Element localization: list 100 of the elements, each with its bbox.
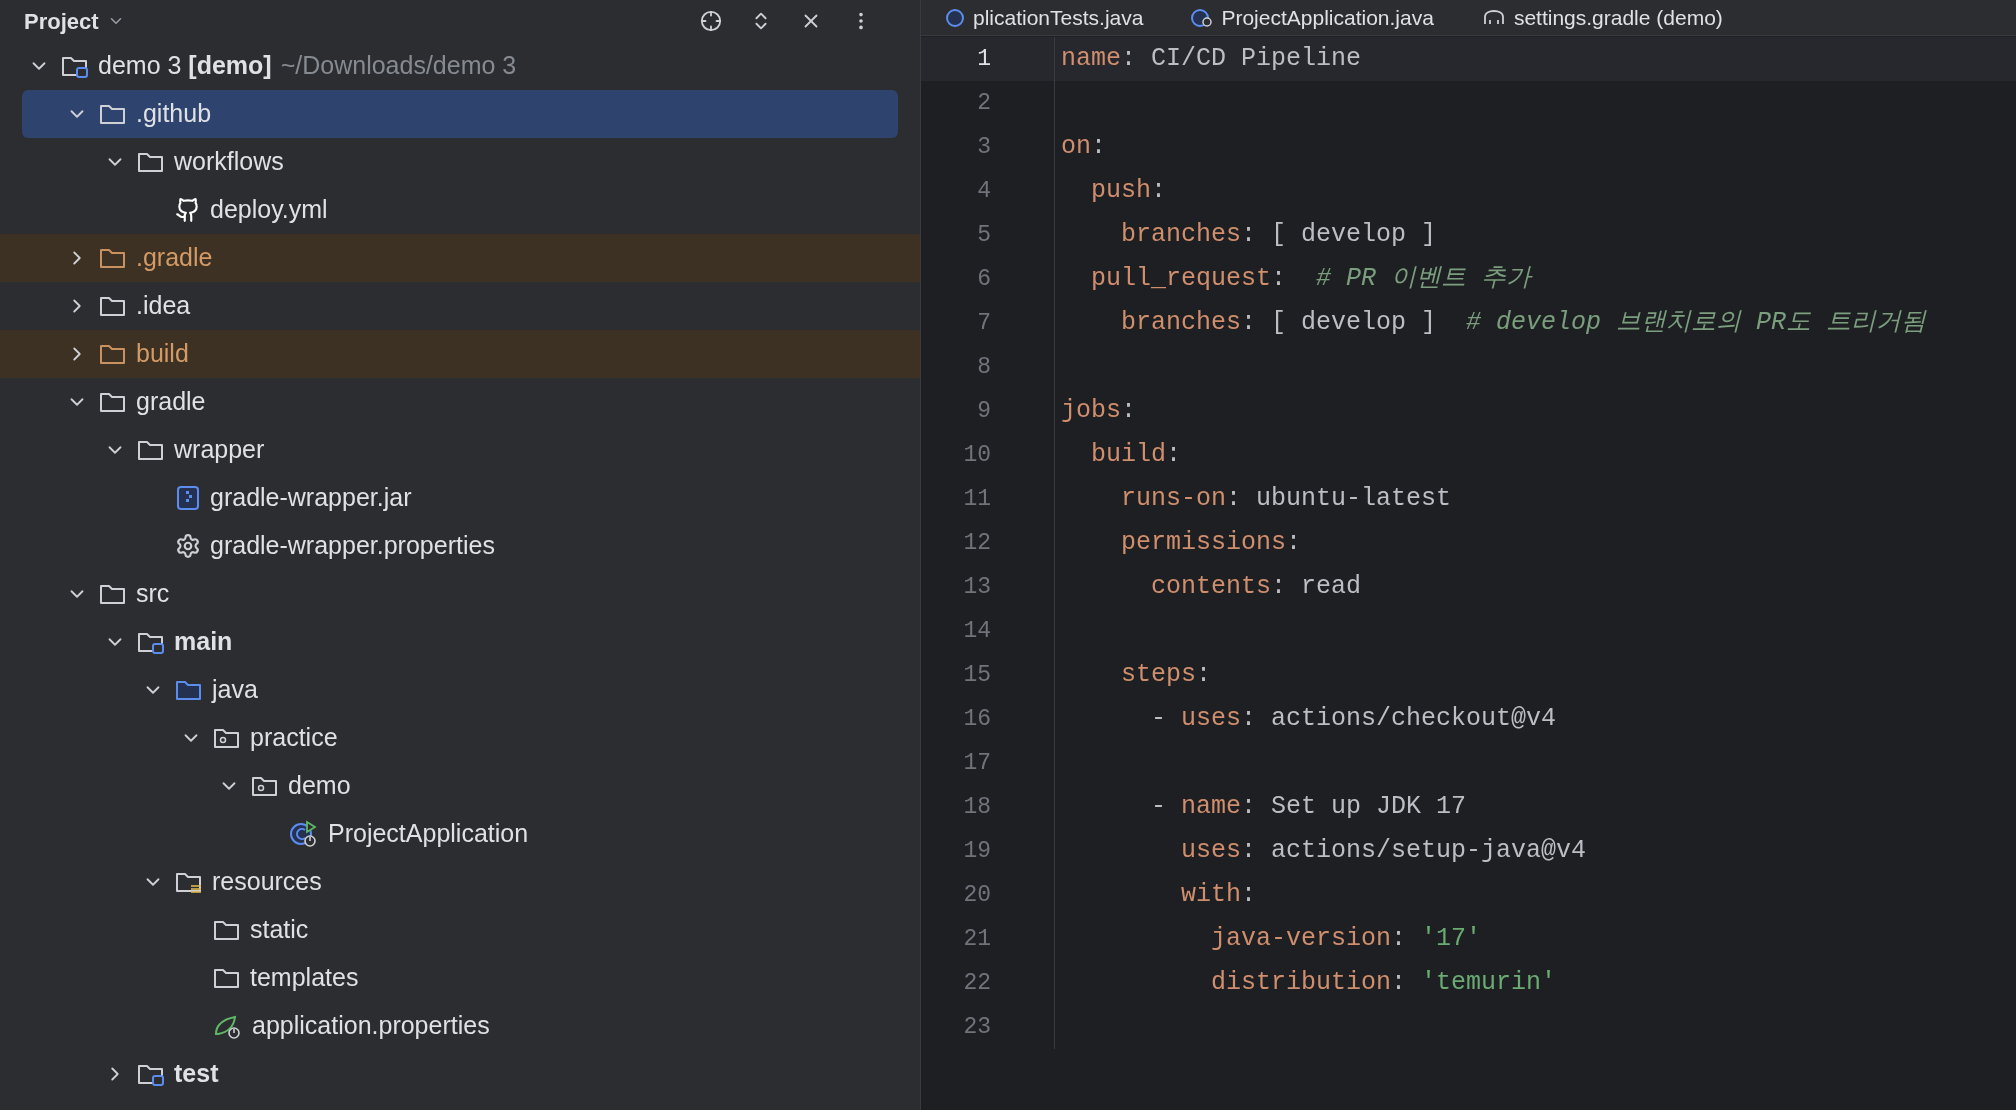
line-number: 18 [962, 792, 991, 822]
tree-item[interactable]: practice [0, 714, 920, 762]
line-number: 16 [962, 704, 991, 734]
tree-item-label: wrapper [174, 434, 265, 466]
module-folder-icon [137, 1062, 165, 1086]
folder-icon [137, 438, 165, 462]
line-number: 5 [976, 220, 991, 250]
folder-icon [213, 918, 241, 942]
code-line: pull_request: # PR 이벤트 추가 [1090, 263, 1532, 296]
tree-item-label: static [250, 914, 309, 946]
code-line: - uses: actions/checkout@v4 [1150, 703, 1557, 736]
tree-item-label: resources [212, 866, 322, 898]
tree-item[interactable]: main [0, 618, 920, 666]
folder-icon [137, 150, 165, 174]
tree-item[interactable]: gradle-wrapper.properties [0, 522, 920, 570]
tree-item[interactable]: .idea [0, 282, 920, 330]
tree-item[interactable]: templates [0, 954, 920, 1002]
tree-item[interactable]: static [0, 906, 920, 954]
code-line: permissions: [1120, 527, 1302, 560]
code-line: java-version: '17' [1210, 923, 1482, 956]
editor-tab[interactable]: plicationTests.java [921, 0, 1168, 35]
code-line: - name: Set up JDK 17 [1150, 791, 1467, 824]
tree-item-label: workflows [174, 146, 284, 178]
tree-item[interactable]: workflows [0, 138, 920, 186]
tree-item-label: templates [250, 962, 359, 994]
line-number: 15 [962, 660, 991, 690]
line-number: 12 [962, 528, 991, 558]
path-hint: ~/Downloads/demo 3 [280, 50, 517, 82]
tree-item[interactable]: ProjectApplication [0, 810, 920, 858]
tree-item-label: application.properties [252, 1010, 490, 1042]
tree-item[interactable]: demo 3 [demo] ~/Downloads/demo 3 [0, 42, 920, 90]
line-number: 4 [976, 176, 991, 206]
line-number: 9 [976, 396, 991, 426]
gear-icon [175, 533, 201, 559]
archive-file-icon [175, 485, 201, 511]
folder-icon [99, 582, 127, 606]
tree-item[interactable]: application.properties [0, 1002, 920, 1050]
panel-title: Project [24, 7, 99, 36]
tree-item[interactable]: resources [0, 858, 920, 906]
code-line: build: [1090, 439, 1182, 472]
tree-item-label: test [174, 1058, 219, 1090]
tree-item[interactable]: demo [0, 762, 920, 810]
folder-icon [99, 102, 127, 126]
folder-icon [99, 246, 127, 270]
code-line: jobs: [1061, 395, 1137, 428]
code-line: with: [1180, 879, 1257, 912]
tree-item-label: .idea [136, 290, 191, 322]
line-number: 20 [962, 880, 991, 910]
line-number: 2 [976, 88, 991, 118]
code-line: runs-on: ubuntu-latest [1120, 483, 1452, 516]
tree-item[interactable]: build [0, 330, 920, 378]
line-number: 11 [962, 484, 991, 514]
line-number: 6 [976, 264, 991, 294]
editor-tab[interactable]: settings.gradle (demo) [1457, 0, 1747, 35]
tree-item[interactable]: deploy.yml [0, 186, 920, 234]
package-folder-icon [251, 774, 279, 798]
github-icon [175, 197, 201, 223]
line-number: 14 [962, 616, 991, 646]
package-folder-icon [213, 726, 241, 750]
tree-item[interactable]: .gradle [0, 234, 920, 282]
tree-item-label: .github [136, 98, 212, 130]
tree-item[interactable]: src [0, 570, 920, 618]
code-line: on: [1061, 131, 1107, 164]
line-number: 23 [962, 1012, 991, 1042]
line-number: 1 [976, 44, 991, 74]
tree-item[interactable]: gradle [0, 378, 920, 426]
folder-icon [99, 390, 127, 414]
line-number: 22 [962, 968, 991, 998]
tree-item-label: gradle-wrapper.properties [210, 530, 495, 562]
line-number: 19 [962, 836, 991, 866]
tree-item-label: src [136, 578, 170, 610]
tree-item[interactable]: .github [22, 90, 898, 138]
line-number: 3 [976, 132, 991, 162]
tree-item[interactable]: java [0, 666, 920, 714]
tree-item[interactable]: gradle-wrapper.jar [0, 474, 920, 522]
tree-item-label: gradle-wrapper.jar [210, 482, 412, 514]
tree-item-label: build [136, 338, 189, 370]
code-line: steps: [1120, 659, 1212, 692]
tree-item-label: java [212, 674, 258, 706]
code-line: branches: [ develop ] [1120, 219, 1437, 252]
editor-tab[interactable]: ProjectApplication.java [1167, 0, 1458, 35]
tree-item-label: .gradle [136, 242, 213, 274]
tree-item[interactable]: test [0, 1050, 920, 1098]
line-number: 21 [962, 924, 991, 954]
tree-item-label: practice [250, 722, 338, 754]
tree-item-label: deploy.yml [210, 194, 328, 226]
code-line: distribution: 'temurin' [1210, 967, 1557, 1000]
code-line: name: CI/CD Pipeline [1061, 43, 1362, 76]
folder-icon [99, 294, 127, 318]
line-number: 10 [962, 440, 991, 470]
module-folder-icon [137, 630, 165, 654]
code-line: push: [1090, 175, 1167, 208]
tree-item-label: demo 3 [demo] [98, 50, 272, 82]
folder-icon [213, 966, 241, 990]
tree-item-label: main [174, 626, 233, 658]
locate-icon[interactable] [700, 10, 722, 32]
folder-icon [99, 342, 127, 366]
code-line: uses: actions/setup-java@v4 [1180, 835, 1587, 868]
resources-folder-icon [175, 870, 203, 894]
tree-item[interactable]: wrapper [0, 426, 920, 474]
